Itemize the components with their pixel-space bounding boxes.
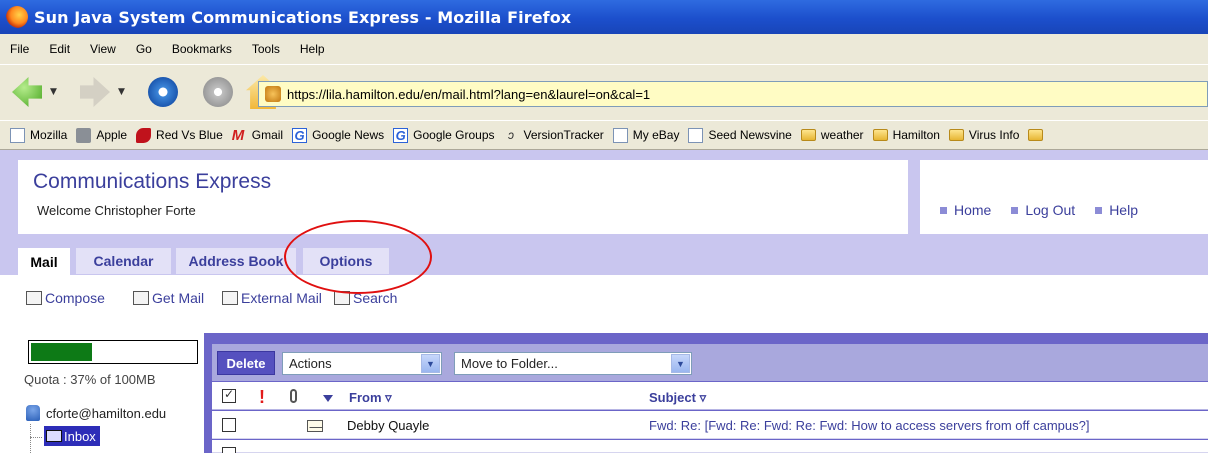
address-bar[interactable]: https://lila.hamilton.edu/en/mail.html?l…: [258, 81, 1208, 107]
versiontracker-icon: ↄ: [508, 127, 515, 142]
bullet-icon: [940, 206, 947, 214]
chevron-down-icon[interactable]: ▼: [421, 354, 440, 373]
bookmarks-toolbar: Mozilla Apple Red Vs Blue Gmail GGoogle …: [0, 120, 1208, 150]
reload-button[interactable]: [148, 77, 178, 107]
account-item[interactable]: cforte@hamilton.edu: [26, 405, 166, 421]
message-checkbox[interactable]: [222, 447, 236, 453]
google-icon: G: [393, 127, 409, 143]
site-icon: [265, 86, 281, 102]
bookmark-gmail[interactable]: Gmail: [232, 128, 283, 143]
folder-icon: [800, 129, 816, 141]
menu-help[interactable]: Help: [300, 42, 325, 56]
bookmark-overflow[interactable]: [1028, 129, 1048, 141]
get-mail-icon: [133, 291, 149, 305]
forward-dropdown-icon[interactable]: ▼: [118, 87, 125, 97]
message-from[interactable]: Debby Quayle: [347, 418, 429, 433]
back-button[interactable]: [12, 77, 42, 107]
gmail-icon: [232, 128, 247, 143]
bookmark-red-vs-blue[interactable]: Red Vs Blue: [136, 127, 223, 143]
home-link[interactable]: Home: [940, 202, 991, 218]
bookmark-mozilla[interactable]: Mozilla: [10, 127, 67, 143]
message-subject[interactable]: Fwd: Re: [Fwd: Re: Fwd: Re: Fwd: How to …: [649, 418, 1089, 433]
back-dropdown-icon[interactable]: ▼: [50, 87, 57, 97]
page-icon: [10, 127, 25, 143]
bullet-icon: [1011, 206, 1019, 214]
get-mail-button[interactable]: Get Mail: [133, 290, 204, 306]
menu-edit[interactable]: Edit: [49, 42, 70, 56]
external-mail-button[interactable]: External Mail: [222, 290, 322, 306]
redvsblue-icon: [136, 127, 152, 143]
column-subject[interactable]: Subject ▿: [649, 390, 706, 406]
url-text: https://lila.hamilton.edu/en/mail.html?l…: [287, 86, 651, 102]
tab-mail[interactable]: Mail: [18, 248, 70, 276]
menu-view[interactable]: View: [90, 42, 116, 56]
bookmark-versiontracker[interactable]: ↄ VersionTracker: [504, 128, 604, 143]
google-icon: G: [292, 127, 308, 143]
folder-inbox[interactable]: Inbox: [44, 426, 100, 446]
actions-select[interactable]: Actions ▼: [282, 352, 442, 375]
annotation-circle: [284, 220, 432, 294]
bookmark-my-ebay[interactable]: My eBay: [612, 127, 679, 143]
chevron-down-icon[interactable]: ▼: [671, 354, 690, 373]
bookmark-google-news[interactable]: G Google News: [292, 127, 384, 143]
window-title: Sun Java System Communications Express -…: [34, 7, 572, 27]
menu-bar: File Edit View Go Bookmarks Tools Help: [0, 34, 1208, 64]
stop-button[interactable]: [203, 77, 233, 107]
account-icon: [26, 405, 40, 421]
bookmark-google-groups[interactable]: G Google Groups: [393, 127, 495, 143]
envelope-icon: [307, 420, 323, 432]
welcome-text: Welcome Christopher Forte: [37, 203, 196, 218]
delete-button[interactable]: Delete: [217, 351, 275, 375]
top-links: Home Log Out Help: [940, 202, 1158, 218]
select-all-checkbox[interactable]: [222, 387, 236, 403]
title-bar: Sun Java System Communications Express -…: [0, 0, 1208, 34]
forward-button[interactable]: [80, 77, 110, 107]
folder-icon: [948, 129, 964, 141]
menu-bookmarks[interactable]: Bookmarks: [172, 42, 232, 56]
app-title: Communications Express: [33, 170, 272, 193]
folder-icon: [872, 129, 888, 141]
app-header: Communications Express Welcome Christoph…: [18, 160, 908, 234]
attachment-icon[interactable]: [290, 389, 297, 403]
page-icon: [612, 127, 628, 143]
tree-line: [30, 424, 31, 453]
quota-bar-fill: [31, 343, 92, 361]
column-from[interactable]: From ▿: [349, 390, 392, 406]
menu-tools[interactable]: Tools: [252, 42, 280, 56]
bookmark-folder-hamilton[interactable]: Hamilton: [872, 128, 940, 142]
quota-bar: [28, 340, 198, 364]
message-checkbox[interactable]: [222, 418, 236, 432]
tree-branch: [30, 437, 42, 438]
page-icon: [688, 127, 704, 143]
external-mail-icon: [222, 291, 238, 305]
priority-icon[interactable]: !: [259, 387, 265, 408]
logout-link[interactable]: Log Out: [1011, 202, 1075, 218]
menu-file[interactable]: File: [10, 42, 29, 56]
bookmark-seed-newsvine[interactable]: Seed Newsvine: [688, 127, 792, 143]
header-links-panel: [920, 160, 1208, 234]
bookmark-folder-weather[interactable]: weather: [800, 128, 864, 142]
folder-icon: [1028, 129, 1044, 141]
tab-calendar[interactable]: Calendar: [76, 248, 171, 274]
bullet-icon: [1095, 206, 1103, 214]
bookmark-apple[interactable]: Apple: [76, 127, 127, 143]
bookmark-folder-virus-info[interactable]: Virus Info: [948, 128, 1019, 142]
sort-down-icon[interactable]: [323, 395, 333, 402]
help-link[interactable]: Help: [1095, 202, 1138, 218]
firefox-icon: [6, 6, 28, 28]
compose-button[interactable]: Compose: [26, 290, 105, 306]
message-row[interactable]: [212, 440, 1208, 453]
navigation-toolbar: ▼ ▼ https://lila.hamilton.edu/en/mail.ht…: [0, 64, 1208, 120]
compose-icon: [26, 291, 42, 305]
tab-address-book[interactable]: Address Book: [176, 248, 296, 274]
quota-label: Quota : 37% of 100MB: [24, 372, 156, 387]
apple-icon: [76, 127, 92, 143]
menu-go[interactable]: Go: [136, 42, 152, 56]
inbox-icon: [46, 430, 62, 442]
move-to-folder-select[interactable]: Move to Folder... ▼: [454, 352, 692, 375]
